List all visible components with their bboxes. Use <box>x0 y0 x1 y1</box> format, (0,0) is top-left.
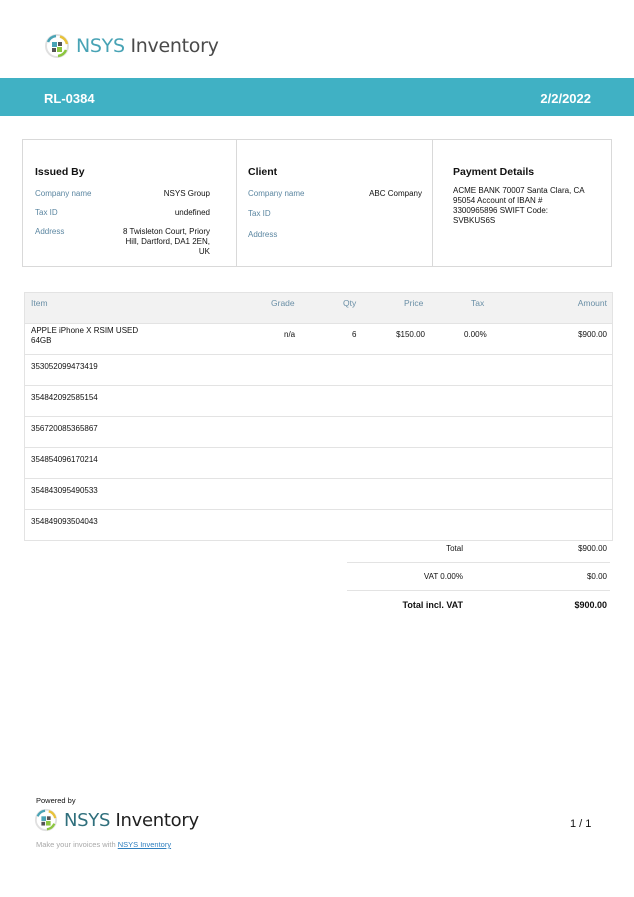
invoice-parties: Issued By Company name NSYS Group Tax ID… <box>22 139 612 267</box>
issued-by-section: Issued By Company name NSYS Group Tax ID… <box>23 140 237 266</box>
table-row: 356720085365867 <box>25 416 612 447</box>
serial-number: 354849093504043 <box>31 517 98 526</box>
footer-note-text: Make your invoices with <box>36 840 116 849</box>
product-qty: 6 <box>352 330 357 339</box>
items-table: Item Grade Qty Price Tax Amount APPLE iP… <box>24 292 613 541</box>
footer-note: Make your invoices with NSYS Inventory <box>36 840 171 849</box>
product-amount: $900.00 <box>578 330 607 339</box>
total-label: Total <box>446 544 463 553</box>
invoice-banner: RL-0384 2/2/2022 <box>0 78 634 116</box>
footer-logo: NSYS Inventory <box>34 808 199 832</box>
brand-name: NSYS Inventory <box>76 35 219 57</box>
brand-logo: NSYS Inventory <box>44 33 219 59</box>
issued-company-label: Company name <box>35 189 92 198</box>
grand-total-value: $900.00 <box>574 600 607 610</box>
product-grade: n/a <box>284 330 296 339</box>
issued-by-title: Issued By <box>35 166 85 178</box>
vat-value: $0.00 <box>586 572 607 581</box>
issued-address-label: Address <box>35 227 65 236</box>
product-price: $150.00 <box>396 330 425 339</box>
col-amount: Amount <box>577 298 607 308</box>
client-company-value: ABC Company <box>369 189 422 198</box>
table-row: 354842092585154 <box>25 385 612 416</box>
serial-number: 356720085365867 <box>31 424 98 433</box>
serial-number: 354843095490533 <box>31 486 98 495</box>
table-row: 354843095490533 <box>25 478 612 509</box>
issued-taxid-value: undefined <box>174 208 210 217</box>
product-name: APPLE iPhone X RSIM USED 64GB <box>31 326 139 345</box>
total-value: $900.00 <box>578 544 607 553</box>
vat-label: VAT 0.00% <box>423 572 463 581</box>
col-tax: Tax <box>471 298 485 308</box>
table-row: 354854096170214 <box>25 447 612 478</box>
issued-company-value: NSYS Group <box>163 189 210 198</box>
nsys-logo-icon <box>45 34 69 58</box>
product-tax: 0.00% <box>464 330 487 339</box>
table-header: Item Grade Qty Price Tax Amount <box>25 293 612 323</box>
vat-row: VAT 0.00% $0.00 <box>347 563 610 590</box>
brand-name: NSYS Inventory <box>64 809 199 831</box>
nsys-inventory-link[interactable]: NSYS Inventory <box>118 840 171 849</box>
serial-number: 354854096170214 <box>31 455 98 464</box>
invoice-reference: RL-0384 <box>44 91 95 106</box>
total-row: Total $900.00 <box>347 535 610 562</box>
invoice-date: 2/2/2022 <box>540 91 591 106</box>
powered-by-label: Powered by <box>36 796 76 805</box>
payment-details-text: ACME BANK 70007 Santa Clara, CA 95054 Ac… <box>453 186 585 225</box>
issued-address-value: 8 Twisleton Court, Priory Hill, Dartford… <box>123 227 210 256</box>
client-address-label: Address <box>248 230 278 239</box>
col-item: Item <box>31 298 48 308</box>
serial-number: 353052099473419 <box>31 362 98 371</box>
serial-number: 354842092585154 <box>31 393 98 402</box>
payment-section: Payment Details ACME BANK 70007 Santa Cl… <box>433 140 611 266</box>
grand-total-row: Total incl. VAT $900.00 <box>347 591 610 618</box>
page-number: 1 / 1 <box>570 818 592 830</box>
nsys-logo-icon <box>34 808 58 832</box>
table-row: 353052099473419 <box>25 354 612 385</box>
client-section: Client Company name ABC Company Tax ID A… <box>237 140 433 266</box>
col-grade: Grade <box>271 298 295 308</box>
totals-section: Total $900.00 VAT 0.00% $0.00 Total incl… <box>347 535 610 618</box>
client-title: Client <box>248 166 278 178</box>
payment-title: Payment Details <box>453 166 535 178</box>
table-row: APPLE iPhone X RSIM USED 64GB n/a 6 $150… <box>25 323 612 354</box>
col-price: Price <box>404 298 424 308</box>
col-qty: Qty <box>343 298 357 308</box>
grand-total-label: Total incl. VAT <box>402 600 464 610</box>
client-taxid-label: Tax ID <box>248 209 271 218</box>
client-company-label: Company name <box>248 189 305 198</box>
issued-taxid-label: Tax ID <box>35 208 58 217</box>
